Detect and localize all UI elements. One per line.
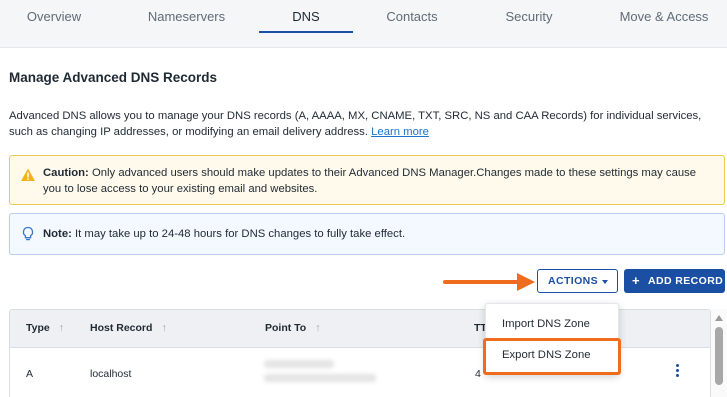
add-record-button[interactable]: + ADD RECORD [624,269,725,293]
lightbulb-icon [22,226,34,241]
pointer-arrow-icon [443,273,535,291]
column-label: Type [26,322,50,334]
tab-contacts[interactable]: Contacts [371,0,453,35]
sort-arrow-up-icon: ↑ [58,322,64,334]
column-label: Host Record [90,322,153,334]
caret-down-icon [602,280,608,284]
menu-item-export-dns-zone[interactable]: Export DNS Zone [486,340,618,370]
note-label: Note: [43,228,72,240]
actions-dropdown-menu: Import DNS Zone Export DNS Zone [485,303,619,375]
note-alert: Note: It may take up to 24-48 hours for … [9,213,725,255]
column-header-host-record[interactable]: Host Record ↑ [90,322,167,334]
cell-host-record: localhost [90,368,132,380]
tab-move-access[interactable]: Move & Access [612,0,716,35]
cell-type: A [26,368,34,380]
kebab-menu-icon[interactable] [674,364,682,378]
warning-triangle-icon [21,168,35,181]
vertical-scrollbar[interactable] [711,309,727,397]
actions-button[interactable]: ACTIONS [537,269,618,293]
learn-more-link[interactable]: Learn more [371,126,429,138]
caution-text: Only advanced users should make updates … [43,167,697,195]
menu-item-import-dns-zone[interactable]: Import DNS Zone [486,309,618,339]
intro-text: Advanced DNS allows you to manage your D… [9,109,719,140]
tab-dns[interactable]: DNS [259,0,353,35]
tab-security[interactable]: Security [489,0,569,35]
caution-alert: Caution: Only advanced users should make… [9,155,725,205]
sort-arrow-up-icon: ↑ [161,322,167,334]
caution-label: Caution: [43,167,89,179]
plus-icon: + [632,273,640,288]
actions-label: ACTIONS [548,275,599,287]
column-header-type[interactable]: Type ↑ [26,322,64,334]
column-header-point-to[interactable]: Point To ↑ [265,322,320,334]
sort-arrow-up-icon: ↑ [315,322,321,334]
scroll-thumb[interactable] [715,327,723,385]
column-label: Point To [265,322,307,334]
cell-ttl: 4 [475,368,481,380]
tab-nameservers[interactable]: Nameservers [138,0,235,35]
tab-overview[interactable]: Overview [9,0,99,35]
intro-description: Advanced DNS allows you to manage your D… [9,110,702,138]
page-title: Manage Advanced DNS Records [9,70,218,85]
tab-bar: Overview Nameservers DNS Contacts Securi… [0,0,727,48]
note-text: It may take up to 24-48 hours for DNS ch… [75,228,406,240]
add-record-label: ADD RECORD [648,275,724,287]
scroll-up-arrow-icon[interactable] [715,315,723,321]
active-tab-indicator [259,31,353,33]
